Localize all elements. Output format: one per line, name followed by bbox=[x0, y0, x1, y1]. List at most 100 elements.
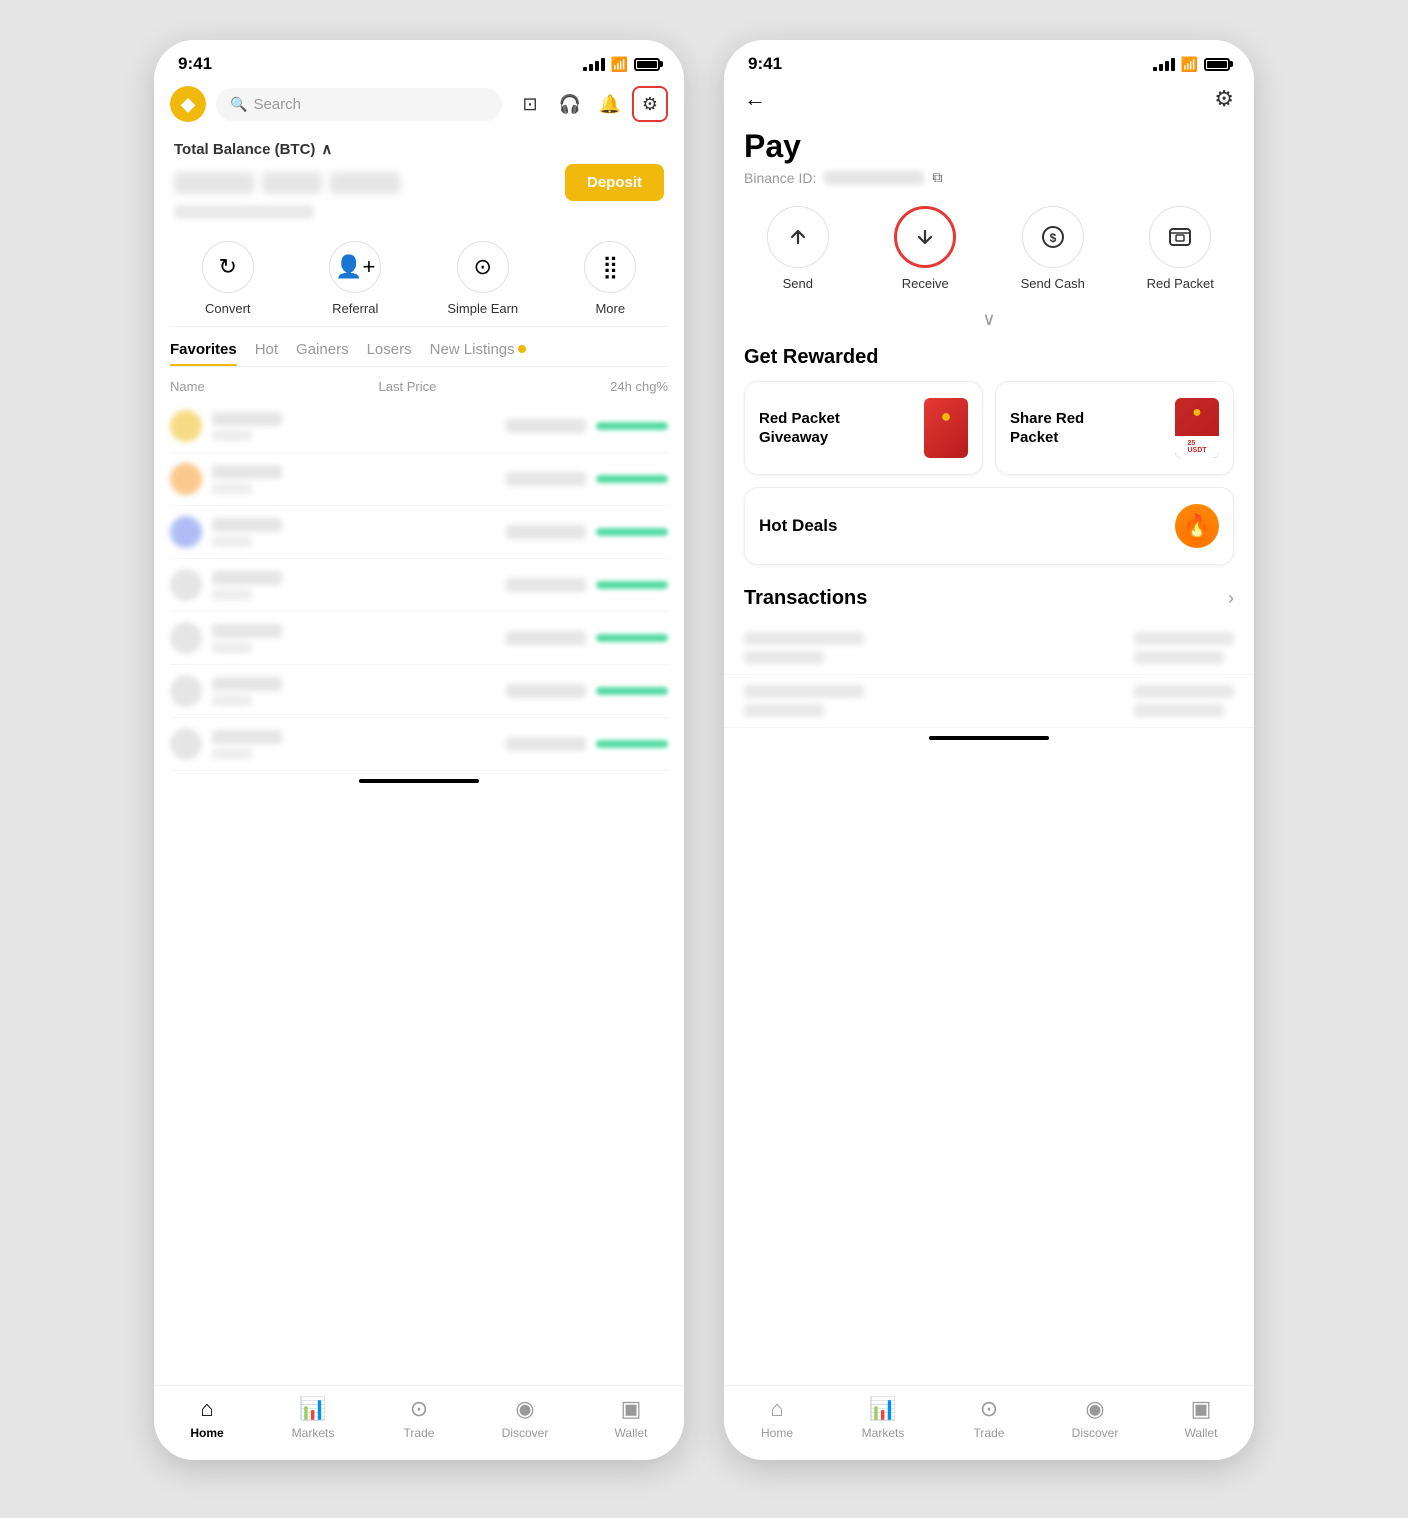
home-bar-right bbox=[929, 736, 1049, 740]
receive-icon bbox=[894, 206, 956, 268]
pay-action-send[interactable]: Send bbox=[743, 206, 853, 291]
coin-info bbox=[212, 412, 496, 441]
page-title: Pay bbox=[724, 122, 1254, 169]
transaction-row[interactable] bbox=[724, 675, 1254, 728]
more-action[interactable]: ⣿ More bbox=[560, 241, 660, 316]
tab-hot[interactable]: Hot bbox=[255, 341, 278, 366]
nav-markets-label-right: Markets bbox=[862, 1426, 905, 1440]
coin-icon bbox=[170, 516, 202, 548]
wallet-icon-right: ▣ bbox=[1191, 1396, 1212, 1422]
coin-sub-blur bbox=[212, 748, 252, 759]
tx-left bbox=[744, 685, 864, 717]
nav-home[interactable]: ⌂ Home bbox=[177, 1396, 237, 1440]
wallet-icon: ▣ bbox=[621, 1396, 642, 1422]
change-badge bbox=[596, 528, 668, 536]
nav-trade-label: Trade bbox=[404, 1426, 435, 1440]
hot-deals-card[interactable]: Hot Deals 🔥 bbox=[744, 487, 1234, 565]
table-row[interactable] bbox=[170, 506, 668, 559]
trade-icon-right: ⊙ bbox=[980, 1396, 998, 1422]
nav-markets[interactable]: 📊 Markets bbox=[283, 1396, 343, 1440]
transactions-chevron-right[interactable]: › bbox=[1228, 588, 1234, 609]
share-red-packet-card[interactable]: Share RedPacket 25USDT bbox=[995, 381, 1234, 475]
nav-home-label: Home bbox=[190, 1426, 223, 1440]
tx-blur-amount-sub bbox=[1134, 704, 1224, 717]
coin-icon bbox=[170, 569, 202, 601]
top-bar-right: ← ⚙ bbox=[724, 80, 1254, 122]
coin-sub-blur bbox=[212, 483, 252, 494]
coin-icon bbox=[170, 463, 202, 495]
back-arrow[interactable]: ← bbox=[744, 86, 766, 112]
pay-action-receive[interactable]: Receive bbox=[870, 206, 980, 291]
nav-wallet[interactable]: ▣ Wallet bbox=[601, 1396, 661, 1440]
bell-icon-btn[interactable]: 🔔 bbox=[592, 86, 628, 122]
coin-name-blur bbox=[212, 412, 282, 426]
referral-action[interactable]: 👤+ Referral bbox=[305, 241, 405, 316]
chevron-up-icon: ∧ bbox=[321, 140, 332, 158]
home-icon-right: ⌂ bbox=[770, 1396, 783, 1422]
nav-discover[interactable]: ◉ Discover bbox=[495, 1396, 555, 1440]
pay-action-red-packet[interactable]: Red Packet bbox=[1125, 206, 1235, 291]
coin-info bbox=[212, 730, 496, 759]
gear-icon[interactable]: ⚙ bbox=[1214, 86, 1234, 112]
search-bar[interactable]: 🔍 Search bbox=[216, 88, 502, 121]
copy-icon[interactable]: ⧉ bbox=[932, 169, 942, 186]
search-icon: 🔍 bbox=[230, 96, 247, 113]
coin-info bbox=[212, 571, 496, 600]
binance-id-label: Binance ID: bbox=[744, 170, 816, 186]
tx-blur bbox=[744, 685, 864, 698]
nav-trade-label-right: Trade bbox=[974, 1426, 1005, 1440]
send-cash-label: Send Cash bbox=[1021, 276, 1085, 291]
tabs-row: Favorites Hot Gainers Losers New Listing… bbox=[170, 341, 668, 367]
discover-icon-right: ◉ bbox=[1085, 1396, 1104, 1422]
receive-label: Receive bbox=[902, 276, 949, 291]
share-red-packet-label: Share RedPacket bbox=[1010, 409, 1084, 448]
deposit-button[interactable]: Deposit bbox=[565, 164, 664, 201]
coin-name-blur bbox=[212, 730, 282, 744]
tab-losers[interactable]: Losers bbox=[367, 341, 412, 366]
col-change: 24h chg% bbox=[610, 379, 668, 394]
binance-id-blur bbox=[824, 171, 924, 185]
coin-info bbox=[212, 518, 496, 547]
tab-new-listings[interactable]: New Listings bbox=[430, 341, 526, 366]
nav-trade[interactable]: ⊙ Trade bbox=[389, 1396, 449, 1440]
change-badge bbox=[596, 687, 668, 695]
table-row[interactable] bbox=[170, 612, 668, 665]
headset-icon-btn[interactable]: 🎧 bbox=[552, 86, 588, 122]
expand-actions-icon[interactable]: ∨ bbox=[724, 307, 1254, 338]
nav-markets-right[interactable]: 📊 Markets bbox=[853, 1396, 913, 1440]
col-name: Name bbox=[170, 379, 205, 394]
nav-discover-right[interactable]: ◉ Discover bbox=[1065, 1396, 1125, 1440]
battery-icon-right bbox=[1204, 58, 1230, 71]
top-bar-left: ◆ 🔍 Search ⊡ 🎧 🔔 ⚙ bbox=[154, 80, 684, 132]
table-row[interactable] bbox=[170, 718, 668, 771]
coin-info bbox=[212, 624, 496, 653]
nav-home-right[interactable]: ⌂ Home bbox=[747, 1396, 807, 1440]
tx-blur-sub bbox=[744, 704, 824, 717]
convert-action[interactable]: ↻ Convert bbox=[178, 241, 278, 316]
pay-icon-btn[interactable]: ⚙ bbox=[632, 86, 668, 122]
convert-label: Convert bbox=[205, 301, 251, 316]
table-row[interactable] bbox=[170, 559, 668, 612]
nav-trade-right[interactable]: ⊙ Trade bbox=[959, 1396, 1019, 1440]
tab-favorites[interactable]: Favorites bbox=[170, 341, 237, 366]
change-badge bbox=[596, 422, 668, 430]
transaction-row[interactable] bbox=[724, 622, 1254, 675]
wifi-icon-right: 📶 bbox=[1181, 56, 1198, 73]
share-red-packet-image: 25USDT bbox=[1175, 398, 1219, 458]
table-row[interactable] bbox=[170, 453, 668, 506]
pay-action-send-cash[interactable]: $ Send Cash bbox=[998, 206, 1108, 291]
nav-wallet-right[interactable]: ▣ Wallet bbox=[1171, 1396, 1231, 1440]
coin-icon bbox=[170, 675, 202, 707]
coin-name-blur bbox=[212, 518, 282, 532]
tab-gainers[interactable]: Gainers bbox=[296, 341, 349, 366]
scan-icon-btn[interactable]: ⊡ bbox=[512, 86, 548, 122]
simple-earn-action[interactable]: ⊙ Simple Earn bbox=[433, 241, 533, 316]
coin-name-blur bbox=[212, 571, 282, 585]
red-packet-giveaway-card[interactable]: Red PacketGiveaway bbox=[744, 381, 983, 475]
change-badge bbox=[596, 740, 668, 748]
bottom-nav-right: ⌂ Home 📊 Markets ⊙ Trade ◉ Discover ▣ Wa… bbox=[724, 1385, 1254, 1460]
table-row[interactable] bbox=[170, 400, 668, 453]
coin-sub-blur bbox=[212, 589, 252, 600]
binance-logo[interactable]: ◆ bbox=[170, 86, 206, 122]
table-row[interactable] bbox=[170, 665, 668, 718]
